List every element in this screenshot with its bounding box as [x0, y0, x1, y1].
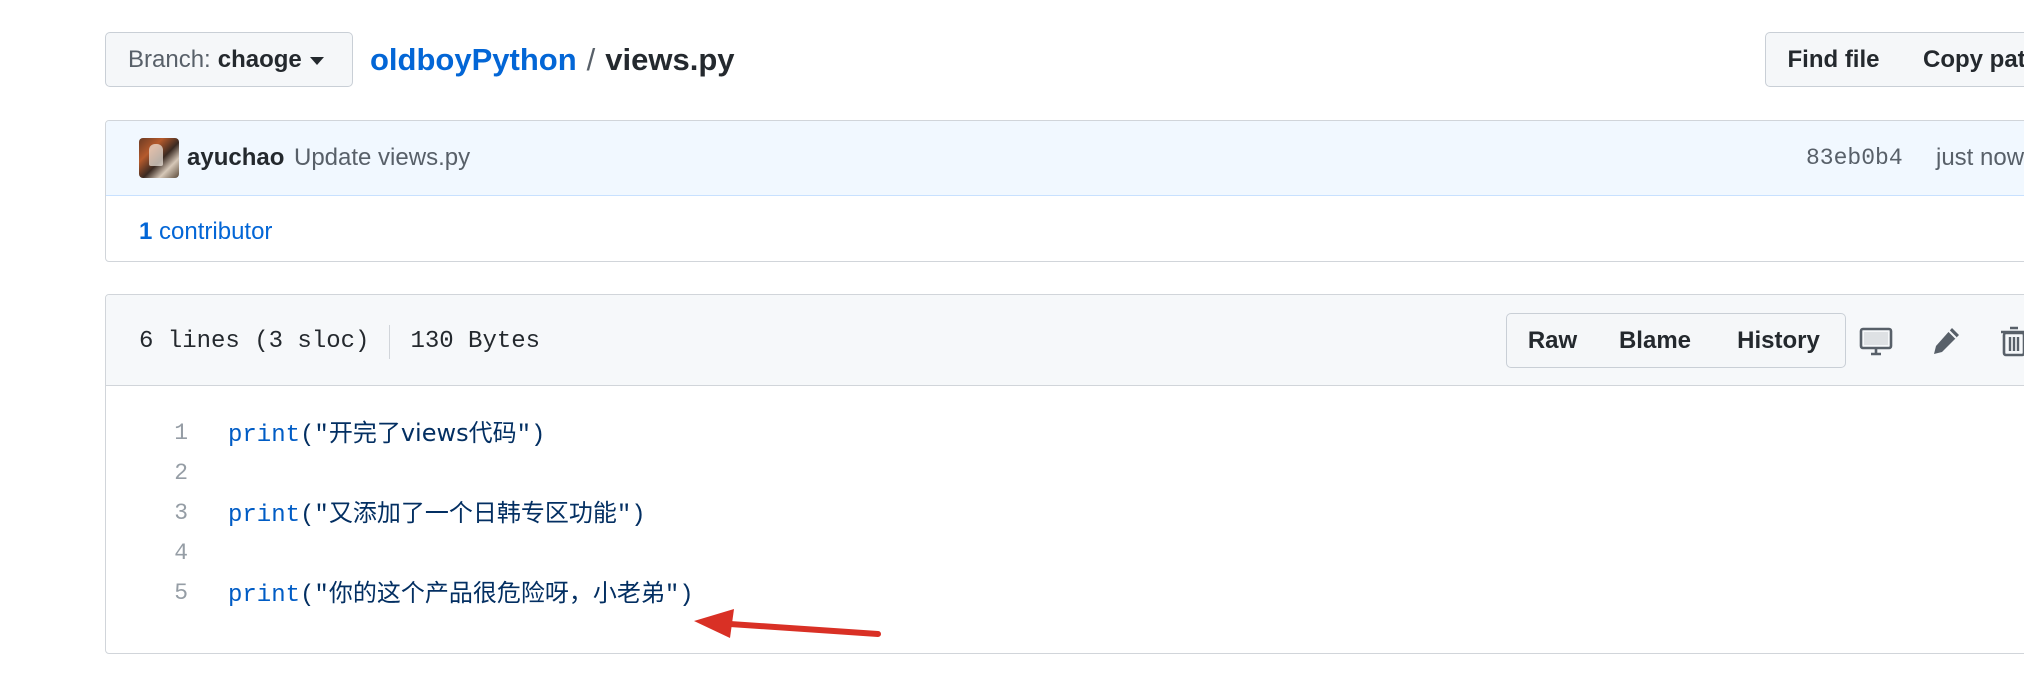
- code-line: 5 print("你的这个产品很危险呀，小老弟"): [106, 573, 2024, 613]
- commit-time: just now: [1936, 144, 2024, 171]
- breadcrumb-separator: /: [586, 42, 596, 77]
- avatar[interactable]: [139, 138, 179, 178]
- repo-link[interactable]: oldboyPython: [370, 42, 577, 77]
- code-line: 2: [106, 453, 2024, 493]
- code-string: 又添加了一个日韩专区功能: [328, 499, 617, 527]
- branch-select-button[interactable]: Branch: chaoge: [105, 32, 353, 87]
- commit-author[interactable]: ayuchao: [187, 143, 284, 173]
- copy-path-button[interactable]: Copy path: [1901, 32, 2024, 87]
- latest-commit-bar: ayuchao Update views.py 83eb0b4 just now: [106, 121, 2024, 196]
- code-punct-open: (": [300, 422, 329, 449]
- find-file-button[interactable]: Find file: [1765, 32, 1902, 87]
- code-string: 你的这个产品很危险呀，小老弟: [328, 579, 665, 607]
- code-keyword: print: [228, 502, 301, 529]
- code-punct-close: "): [664, 582, 694, 609]
- blame-button[interactable]: Blame: [1598, 313, 1713, 368]
- file-info: 6 lines (3 sloc) 130 Bytes: [139, 325, 540, 359]
- contributors-link[interactable]: 1 contributor: [139, 217, 272, 247]
- code-line: 4: [106, 533, 2024, 573]
- line-number[interactable]: 4: [106, 533, 188, 573]
- file-viewer: 6 lines (3 sloc) 130 Bytes Raw Blame His…: [105, 294, 2024, 654]
- commit-tease: ayuchao Update views.py 83eb0b4 just now…: [105, 120, 2024, 262]
- line-number[interactable]: 3: [106, 493, 188, 533]
- contributor-count: 1: [139, 218, 153, 245]
- code-keyword: print: [228, 422, 301, 449]
- code-line: 1 print("开完了views代码"): [106, 413, 2024, 453]
- code-punct-close: "): [616, 502, 646, 529]
- trash-icon[interactable]: [1996, 323, 2024, 359]
- desktop-icon[interactable]: [1858, 323, 1894, 359]
- caret-down-icon: [309, 56, 324, 65]
- annotation-arrow-icon: [694, 609, 881, 638]
- pencil-icon[interactable]: [1928, 323, 1964, 359]
- code-line: 3 print("又添加了一个日韩专区功能"): [106, 493, 2024, 533]
- file-lines-info: 6 lines (3 sloc): [139, 328, 370, 355]
- code-punct-open: (": [300, 502, 329, 529]
- file-info-divider: [389, 325, 391, 359]
- branch-name: chaoge: [217, 45, 302, 73]
- branch-prefix: Branch:: [128, 45, 211, 73]
- file-name: views.py: [605, 42, 735, 77]
- file-size: 130 Bytes: [410, 328, 541, 355]
- commit-sha[interactable]: 83eb0b4: [1806, 143, 1903, 173]
- line-number[interactable]: 1: [106, 413, 188, 453]
- breadcrumb: oldboyPython / views.py: [370, 40, 735, 80]
- code-string: 开完了views代码: [328, 419, 517, 447]
- code-keyword: print: [228, 582, 301, 609]
- code-punct-close: "): [516, 422, 546, 449]
- line-code: print("又添加了一个日韩专区功能"): [228, 493, 646, 536]
- line-number[interactable]: 5: [106, 573, 188, 613]
- history-button[interactable]: History: [1712, 313, 1846, 368]
- commit-message[interactable]: Update views.py: [294, 143, 470, 173]
- raw-button[interactable]: Raw: [1506, 313, 1599, 368]
- line-number[interactable]: 2: [106, 453, 188, 493]
- line-code: print("你的这个产品很危险呀，小老弟"): [228, 573, 694, 616]
- contributor-label: contributor: [159, 218, 273, 245]
- line-code: print("开完了views代码"): [228, 413, 545, 456]
- code-punct-open: (": [300, 582, 329, 609]
- file-header: 6 lines (3 sloc) 130 Bytes Raw Blame His…: [106, 295, 2024, 386]
